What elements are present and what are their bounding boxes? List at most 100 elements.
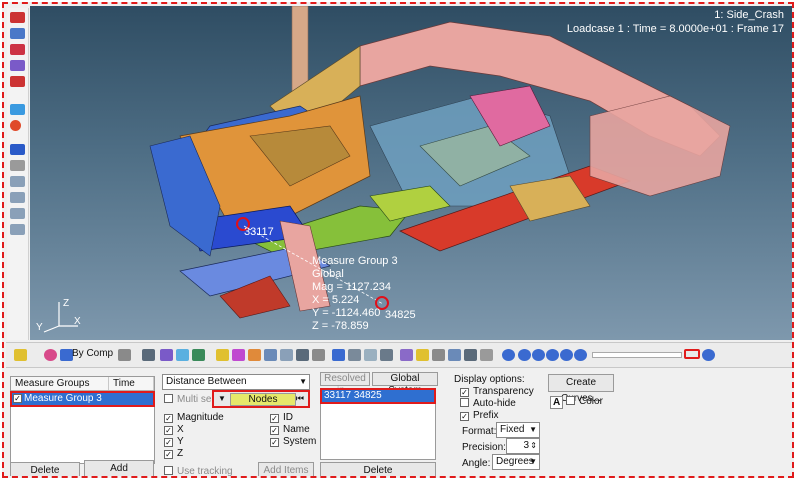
window-icon[interactable] — [10, 60, 25, 71]
layers-icon[interactable] — [10, 144, 25, 155]
global-system-button[interactable]: Global System — [372, 372, 438, 396]
system-checkbox[interactable]: ✓ System — [270, 436, 316, 447]
display-icon[interactable] — [10, 104, 25, 115]
select-icon[interactable] — [216, 349, 229, 361]
entity-dropdown-icon[interactable]: ▼ — [218, 394, 226, 403]
delete-nodes-button[interactable]: Delete — [320, 462, 436, 476]
measure-type-select[interactable]: Distance Between ▼ — [162, 374, 310, 390]
measure-annotation: Measure Group 3 Global Mag = 1127.234 X … — [312, 255, 398, 333]
cube-icon[interactable] — [160, 349, 173, 361]
magnitude-checkbox[interactable]: ✓ Magnitude — [164, 412, 224, 423]
first-frame-icon[interactable] — [518, 349, 531, 361]
color-wheel-icon[interactable] — [44, 349, 57, 361]
view-icon[interactable] — [264, 349, 277, 361]
viewport-info: 1: Side_Crash Loadcase 1 : Time = 8.0000… — [567, 8, 784, 36]
page-icon[interactable] — [10, 12, 25, 23]
animation-mode-icon[interactable] — [502, 349, 515, 361]
view-icon[interactable] — [10, 208, 25, 219]
view-icon[interactable] — [480, 349, 493, 361]
view-icon[interactable] — [380, 349, 393, 361]
nodes-button[interactable]: Nodes — [230, 393, 296, 406]
use-tracking-checkbox[interactable]: Use tracking — [164, 466, 233, 476]
eye-icon[interactable] — [10, 160, 25, 171]
id-checkbox[interactable]: ✓ ID — [270, 412, 293, 423]
precision-stepper[interactable]: 3 ⇕ — [506, 438, 540, 454]
add-items-button[interactable]: Add Items — [258, 462, 314, 476]
row-checkbox[interactable]: ✓ — [13, 394, 22, 403]
font-icon[interactable]: A — [550, 396, 564, 409]
z-checkbox[interactable]: ✓ Z — [164, 448, 183, 459]
name-checkbox[interactable]: ✓ Name — [270, 424, 310, 435]
view-icon[interactable] — [248, 349, 261, 361]
rewind-icon[interactable] — [546, 349, 559, 361]
chevron-down-icon: ▼ — [529, 425, 537, 434]
horizontal-toolbar: By Comp — [6, 342, 792, 368]
view-icon[interactable] — [364, 349, 377, 361]
previous-frame-icon[interactable] — [532, 349, 545, 361]
angle-select[interactable]: Degrees ▼ — [492, 454, 540, 470]
prefix-checkbox[interactable]: ✓ Prefix — [460, 410, 499, 421]
table-header: Measure Groups Time — [11, 377, 154, 391]
view-icon[interactable] — [10, 176, 25, 187]
animation-settings-icon[interactable] — [684, 349, 700, 359]
list-item[interactable]: 33117 34825 — [320, 388, 436, 404]
view-icon[interactable] — [296, 349, 309, 361]
next-frame-icon[interactable] — [574, 349, 587, 361]
view-icon[interactable] — [416, 349, 429, 361]
reset-icon[interactable]: ⏮ — [296, 393, 304, 404]
view-icon[interactable] — [10, 224, 25, 235]
loadcase-info: Loadcase 1 : Time = 8.0000e+01 : Frame 1… — [566, 23, 784, 35]
view-icon[interactable] — [464, 349, 477, 361]
graphics-viewport[interactable]: 1: Side_Crash Loadcase 1 : Time = 8.0000… — [30, 6, 792, 340]
x-checkbox[interactable]: ✓ X — [164, 424, 184, 435]
view-icon[interactable] — [232, 349, 245, 361]
resolved-nodes-list: 33117 34825 — [320, 388, 436, 460]
view-icon[interactable] — [312, 349, 325, 361]
play-icon[interactable] — [560, 349, 573, 361]
cube-icon[interactable] — [192, 349, 205, 361]
y-checkbox[interactable]: ✓ Y — [164, 436, 184, 447]
window-icon[interactable] — [10, 76, 25, 87]
delete-group-button[interactable]: Delete — [10, 462, 80, 476]
view-icon[interactable] — [448, 349, 461, 361]
column-time[interactable]: Time — [109, 377, 154, 390]
spheres-icon[interactable] — [10, 120, 21, 131]
table-row[interactable]: ✓ Measure Group 3 — [10, 391, 155, 407]
entity-selector[interactable]: ▼ Nodes ⏮ — [212, 390, 310, 408]
measure-icon[interactable] — [332, 349, 345, 361]
settings-icon[interactable] — [702, 349, 715, 361]
measure-y: Y = -1124.460 — [312, 307, 381, 319]
view-icon[interactable] — [280, 349, 293, 361]
window-icon[interactable] — [10, 28, 25, 39]
view-icon[interactable] — [400, 349, 413, 361]
node-label-a: 33117 — [244, 226, 274, 238]
transparency-checkbox[interactable]: ✓ Transparency — [460, 386, 534, 397]
measure-panel: Measure Groups Time ✓ Measure Group 3 De… — [6, 370, 792, 476]
window-icon[interactable] — [10, 44, 25, 55]
animation-slider[interactable] — [592, 352, 682, 358]
format-select[interactable]: Fixed ▼ — [496, 422, 540, 438]
spin-icon: ⇕ — [530, 441, 537, 450]
create-curves-button[interactable]: Create Curves... — [548, 374, 614, 404]
chevron-down-icon: ▼ — [529, 457, 537, 466]
add-group-button[interactable]: Add — [84, 460, 154, 476]
axis-triad: Z X Y — [36, 298, 81, 333]
column-measure-groups[interactable]: Measure Groups — [11, 377, 109, 390]
view-icon[interactable] — [432, 349, 445, 361]
car-body-model — [149, 6, 731, 319]
auto-hide-checkbox[interactable]: Auto-hide — [460, 398, 516, 409]
contour-icon[interactable] — [14, 349, 27, 361]
view-icon[interactable] — [10, 192, 25, 203]
resolved-in-button[interactable]: Resolved in... — [320, 372, 370, 396]
measure-mag: Mag = 1127.234 — [312, 281, 391, 293]
view-icon[interactable] — [348, 349, 361, 361]
mesh-icon[interactable] — [118, 349, 131, 361]
format-label: Format: — [462, 426, 497, 437]
cube-icon[interactable] — [176, 349, 189, 361]
axis-x-label: X — [74, 316, 81, 327]
color-mode-dropdown[interactable]: By Comp — [72, 348, 113, 359]
color-button[interactable]: Color — [566, 396, 603, 407]
measure-name: Measure Group 3 — [312, 255, 398, 267]
model-title: 1: Side_Crash — [714, 9, 784, 21]
cube-icon[interactable] — [142, 349, 155, 361]
